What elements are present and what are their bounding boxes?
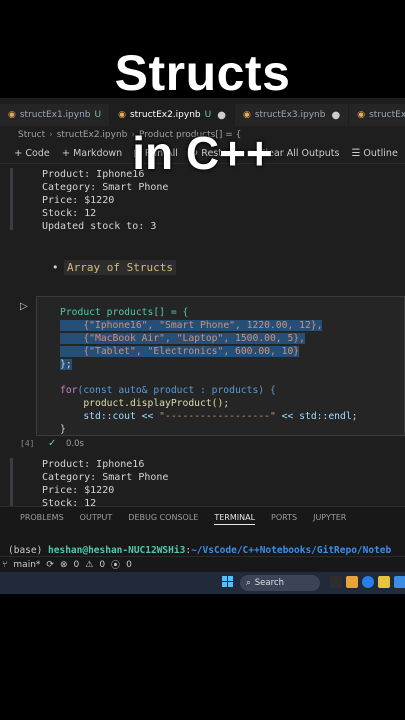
notebook-icon: ◉ [357,110,366,120]
error-icon: ⊗ [59,559,68,570]
tab-structex3[interactable]: ◉ structEx3.ipynb ● [235,104,350,126]
taskbar-app-icon[interactable] [330,576,342,588]
code-cout-pre: std::cout << [83,411,160,422]
check-icon: ✓ [48,438,57,449]
tab-ports[interactable]: PORTS [271,513,297,525]
code-close-brace: } [60,424,66,435]
tab-debug-console[interactable]: DEBUG CONSOLE [128,513,198,525]
code-editor[interactable]: Product products[] = { {"Iphone16", "Sma… [60,306,357,436]
tab-problems[interactable]: PROBLEMS [20,513,64,525]
bullet-icon: • [52,261,59,274]
tab-jupyter[interactable]: JUPYTER [313,513,346,525]
tab-terminal[interactable]: TERMINAL [214,513,256,525]
ports-icon: ⦿ [111,561,121,571]
ports-count[interactable]: 0 [126,560,132,570]
code-cout-string: "------------------" [159,411,276,422]
notebook-icon: ◉ [8,110,16,120]
code-cout-post: << std::endl; [275,411,358,422]
unsaved-dot-icon[interactable]: ● [331,110,340,121]
code-line-1: Product products[] = { [60,307,189,318]
code-line-4: {"Tablet", "Electronics", 600.00, 10} [83,346,300,357]
code-for-keyword: for [60,385,78,396]
tab-structex1[interactable]: ◉ structEx1.ipynb U [0,104,111,126]
markdown-heading: Array of Structs [64,260,176,275]
tab-structex4[interactable]: ◉ structEx4 [349,104,405,126]
overlay-title: Structs [114,45,291,101]
code-line-5: }; [60,359,72,370]
branch-name[interactable]: main* [13,560,40,570]
video-bottom-bar [0,594,405,720]
windows-taskbar [0,572,405,594]
browser-icon[interactable] [362,576,374,588]
overlay-subtitle: in C++ [132,127,273,179]
code-line-3: {"MacBook Air", "Laptop", 1500.00, 5}, [83,333,305,344]
branch-icon: ⑂ [2,559,8,570]
taskbar-app-icon[interactable] [378,576,390,588]
code-call: product.displayProduct(); [83,398,230,409]
tab-structex2[interactable]: ◉ structEx2.ipynb U ● [110,104,235,126]
file-explorer-icon[interactable] [346,576,358,588]
editor-tabs: ◉ structEx1.ipynb U ◉ structEx2.ipynb U … [0,104,405,126]
execution-time: 0.0s [66,439,84,449]
cell-output: Product: Iphone16 Category: Smart Phone … [42,459,169,509]
code-for-header: (const auto& product : products) { [77,385,276,396]
execution-count: [4] [20,439,35,448]
cell-output-bar [10,458,13,506]
status-bar: ⑂ main* ⟳ ⊗ 0 ⚠ 0 ⦿ 0 [0,556,405,572]
taskbar-app-icon[interactable] [394,576,405,588]
error-count[interactable]: 0 [74,560,80,570]
panel-tabs: PROBLEMS OUTPUT DEBUG CONSOLE TERMINAL P… [20,513,362,525]
taskbar-search[interactable]: ⌕ Search [240,575,320,591]
notebook-icon: ◉ [242,110,251,120]
warning-icon: ⚠ [85,559,94,570]
sync-icon[interactable]: ⟳ [46,560,54,570]
bottom-panel: PROBLEMS OUTPUT DEBUG CONSOLE TERMINAL P… [0,506,405,562]
windows-start-icon[interactable] [222,576,234,588]
warning-count[interactable]: 0 [99,560,105,570]
unsaved-dot-icon[interactable]: ● [217,110,226,121]
terminal-prompt[interactable]: (base) heshan@heshan-NUC12WSHi3:~/VsCode… [8,545,391,556]
code-line-2: {"Iphone16", "Smart Phone", 1220.00, 12}… [83,320,323,331]
search-icon: ⌕ [246,578,251,588]
tab-output[interactable]: OUTPUT [80,513,113,525]
run-cell-icon[interactable]: ▷ [20,301,28,312]
notebook-icon: ◉ [118,110,126,120]
